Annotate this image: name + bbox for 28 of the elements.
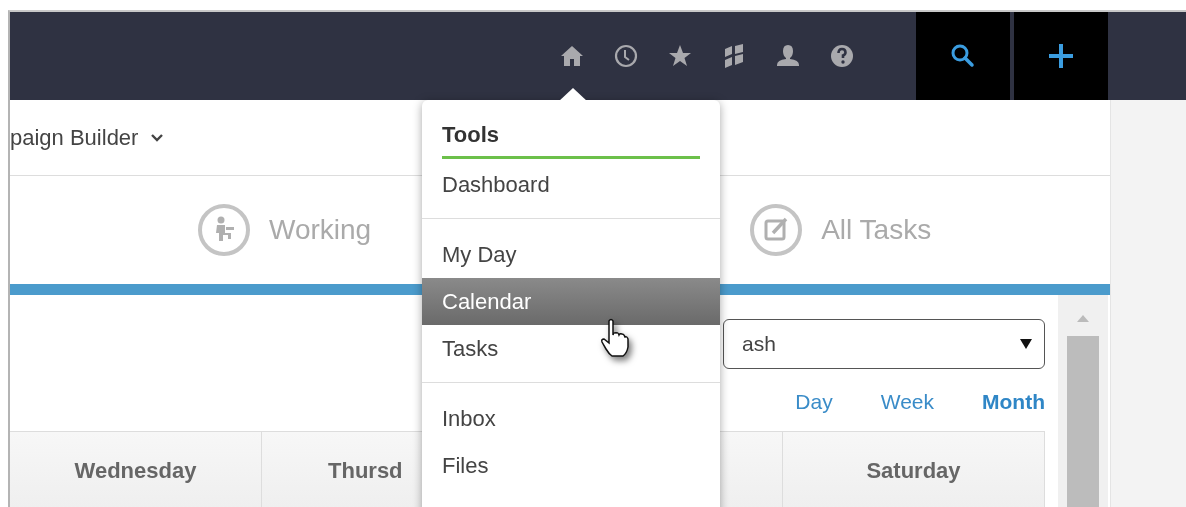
chevron-down-icon[interactable] <box>150 132 165 143</box>
day-header: Wednesday <box>10 432 262 507</box>
menu-item[interactable]: Calendar <box>422 278 720 325</box>
view-link[interactable]: Day <box>795 390 833 414</box>
menu-item[interactable]: Dashboard <box>422 161 720 208</box>
menu-item[interactable]: My Day <box>422 231 720 278</box>
home-icon[interactable] <box>560 44 584 68</box>
view-link[interactable]: Month <box>982 390 1045 414</box>
menu-item[interactable]: Tasks <box>422 325 720 372</box>
filter-select[interactable]: ash <box>723 319 1045 369</box>
scrollbar[interactable] <box>1058 295 1108 507</box>
user-icon[interactable] <box>776 44 800 68</box>
add-button[interactable] <box>1014 12 1108 100</box>
edit-icon <box>749 203 804 257</box>
breadcrumb-link[interactable]: paign Builder <box>10 124 139 151</box>
search-icon <box>950 43 976 69</box>
star-icon[interactable] <box>668 44 692 68</box>
hand-cursor-icon <box>600 318 630 358</box>
working-icon <box>197 203 251 257</box>
help-icon[interactable] <box>830 44 854 68</box>
plus-icon <box>1048 43 1074 69</box>
view-link[interactable]: Week <box>880 390 934 414</box>
clock-icon[interactable] <box>614 44 638 68</box>
slanted-blocks-icon[interactable] <box>722 44 746 68</box>
day-header: Saturday <box>783 432 1045 507</box>
dropdown-arrow-icon <box>1020 339 1032 349</box>
menu-title: Tools <box>442 122 700 159</box>
scroll-thumb[interactable] <box>1067 336 1099 507</box>
